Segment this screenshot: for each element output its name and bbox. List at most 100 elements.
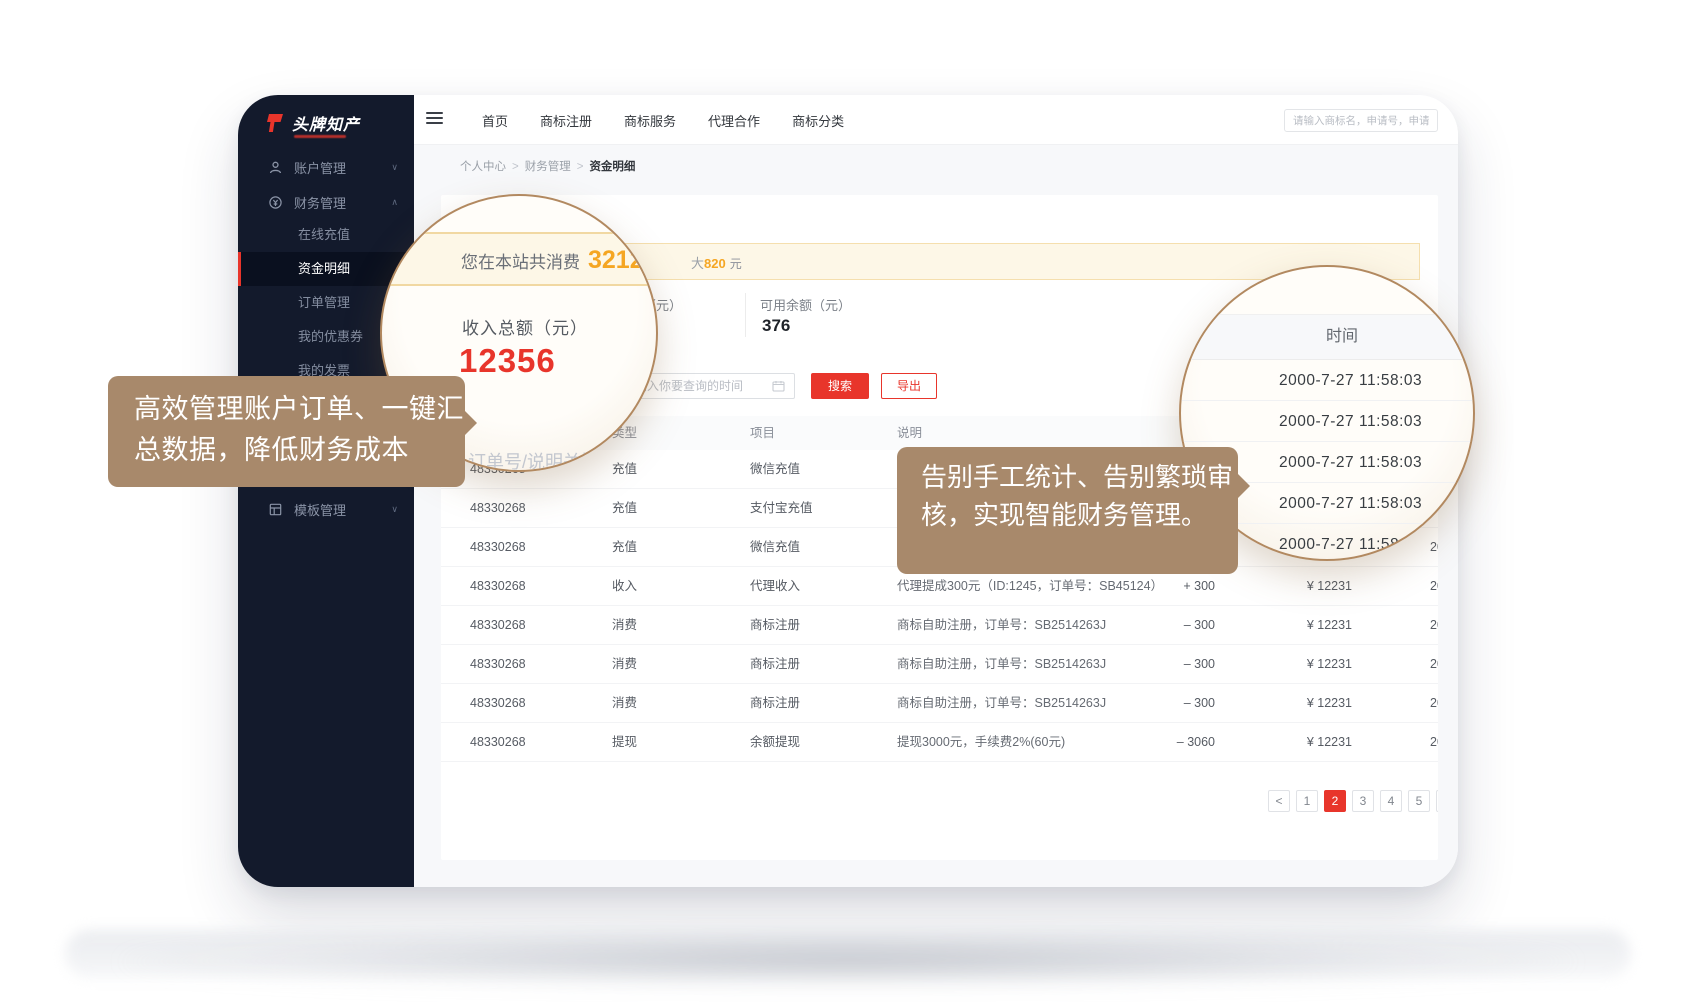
- magnified-time-row: 2000-7-27 11:58:03: [1181, 360, 1475, 401]
- cell-amount: – 300: [1131, 606, 1215, 644]
- cell-project: 微信充值: [750, 450, 800, 488]
- callout-left-text: 高效管理账户订单、一键汇总数据，降低财务成本: [134, 394, 464, 465]
- user-icon: [268, 160, 283, 175]
- menu-icon[interactable]: [426, 112, 443, 127]
- logo-subtext: [294, 135, 346, 138]
- cell-description: 商标自助注册，订单号：SB2514263J: [897, 684, 1106, 722]
- page-button[interactable]: 4: [1380, 790, 1402, 812]
- cell-description: 商标自助注册，订单号：SB2514263J: [897, 645, 1106, 683]
- cell-time: 2000-7-27 11:58:03: [1430, 645, 1438, 683]
- magnified-time-row: 2000-7-27 11:58:03: [1181, 401, 1475, 442]
- chevron-down-icon: ∨: [391, 162, 398, 173]
- cell-order-no: 48330268: [470, 567, 526, 605]
- nav-item[interactable]: 代理合作: [708, 111, 760, 130]
- magnified-column-header: 订单号/说明关键: [468, 448, 599, 472]
- prev-page-button[interactable]: <: [1268, 790, 1290, 812]
- cell-type: 消费: [612, 684, 637, 722]
- sidebar-item-label: 模板管理: [294, 500, 346, 519]
- sidebar-item-label: 财务管理: [294, 193, 346, 212]
- sidebar-item-account[interactable]: 账户管理 ∨: [238, 150, 414, 184]
- cell-amount: – 300: [1131, 684, 1215, 722]
- topbar: 首页 商标注册 商标服务 代理合作 商标分类: [414, 95, 1458, 145]
- stat-divider: [745, 293, 746, 337]
- sidebar-item-finance[interactable]: 财务管理 ∧: [238, 185, 414, 219]
- magnified-banner-text: 您在本站共消费32124: [461, 246, 658, 275]
- template-icon: [268, 502, 283, 517]
- page-button[interactable]: 5: [1408, 790, 1430, 812]
- cell-project: 商标注册: [750, 684, 800, 722]
- cell-balance: ¥ 12231: [1253, 723, 1352, 761]
- sidebar: 头牌知产 账户管理 ∨ 财务管理 ∧ 在线充值资金明细订单管理我的优惠券我的发票: [238, 95, 414, 887]
- callout-arrow-icon: [464, 410, 477, 436]
- cell-order-no: 48330268: [470, 606, 526, 644]
- nav-item[interactable]: 商标注册: [540, 111, 592, 130]
- topnav-items: 首页 商标注册 商标服务 代理合作 商标分类: [482, 95, 844, 145]
- cell-description: 商标自助注册，订单号：SB2514263J: [897, 606, 1106, 644]
- cell-balance: ¥ 12231: [1253, 606, 1352, 644]
- cell-type: 提现: [612, 723, 637, 761]
- magnified-time-header: 时间: [1179, 314, 1475, 360]
- breadcrumb-item[interactable]: 个人中心: [460, 161, 506, 173]
- sidebar-item-template[interactable]: 模板管理 ∨: [238, 492, 414, 526]
- trademark-search-input[interactable]: [1284, 109, 1438, 132]
- laptop-base-shadow: [120, 936, 1576, 988]
- cell-time: 2000-7-27 11:58:03: [1430, 606, 1438, 644]
- next-page-button[interactable]: [1436, 790, 1438, 812]
- banner-amount-group: 大820元: [691, 253, 742, 272]
- cell-order-no: 48330268: [470, 684, 526, 722]
- page-button[interactable]: 1: [1296, 790, 1318, 812]
- breadcrumb-item[interactable]: 财务管理: [525, 161, 571, 173]
- cell-project: 商标注册: [750, 606, 800, 644]
- sort-caret-icon: ∨: [754, 416, 761, 450]
- cell-order-no: 48330268: [470, 528, 526, 566]
- nav-item[interactable]: 商标分类: [792, 111, 844, 130]
- header-description: 说明: [897, 416, 922, 450]
- table-row: 48330268 消费 商标注册 商标自助注册，订单号：SB2514263J – 300…: [441, 645, 1438, 684]
- cell-amount: – 3060: [1131, 723, 1215, 761]
- sidebar-item-label: 账户管理: [294, 158, 346, 177]
- export-button[interactable]: 导出: [881, 373, 937, 399]
- cell-order-no: 48330268: [470, 489, 526, 527]
- cell-balance: ¥ 12231: [1253, 645, 1352, 683]
- page-button[interactable]: 2: [1324, 790, 1346, 812]
- nav-item[interactable]: 商标服务: [624, 111, 676, 130]
- cell-time: 2000-7-27 11:58:03: [1430, 723, 1438, 761]
- logo[interactable]: 头牌知产: [266, 111, 360, 135]
- income-total-label: 收入总额（元）: [462, 314, 588, 339]
- chevron-up-icon: ∧: [391, 197, 398, 208]
- nav-item[interactable]: 首页: [482, 111, 508, 130]
- cell-type: 收入: [612, 567, 637, 605]
- cell-type: 充值: [612, 450, 637, 488]
- cell-type: 充值: [612, 528, 637, 566]
- page-button[interactable]: 3: [1352, 790, 1374, 812]
- chevron-down-icon: ∨: [391, 504, 398, 515]
- page: 头牌知产 账户管理 ∨ 财务管理 ∧ 在线充值资金明细订单管理我的优惠券我的发票: [0, 0, 1696, 1002]
- cell-project: 支付宝充值: [750, 489, 813, 527]
- cell-type: 消费: [612, 606, 637, 644]
- search-button[interactable]: 搜索: [811, 373, 869, 399]
- banner-amount: 820: [704, 256, 726, 271]
- magnified-banner-amount: 32124: [588, 246, 658, 274]
- calendar-icon[interactable]: [772, 380, 785, 392]
- cell-description: 提现3000元，手续费2%(60元): [897, 723, 1065, 761]
- table-row: 48330268 消费 商标注册 商标自助注册，订单号：SB2514263J – 300…: [441, 606, 1438, 645]
- cell-order-no: 48330268: [470, 645, 526, 683]
- cell-balance: ¥ 12231: [1253, 684, 1352, 722]
- callout-arrow-icon: [1237, 473, 1250, 499]
- breadcrumb: 个人中心>财务管理>资金明细: [460, 158, 635, 174]
- available-balance-label: 可用余额（元）: [760, 295, 851, 314]
- available-balance-value: 376: [762, 316, 790, 336]
- callout-right-text: 告别手工统计、告别繁琐审核，实现智能财务管理。: [921, 462, 1233, 530]
- cell-type: 消费: [612, 645, 637, 683]
- cell-project: 商标注册: [750, 645, 800, 683]
- income-total-value: 12356: [459, 342, 556, 380]
- callout-right: 告别手工统计、告别繁琐审核，实现智能财务管理。: [897, 447, 1238, 574]
- cell-project: 微信充值: [750, 528, 800, 566]
- finance-icon: [268, 195, 283, 210]
- cell-balance: ¥ 12231: [1253, 567, 1352, 605]
- table-row: 48330268提现余额提现提现3000元，手续费2%(60元)– 3060¥ …: [441, 723, 1438, 762]
- cell-amount: – 300: [1131, 645, 1215, 683]
- logo-icon: [266, 113, 286, 133]
- cell-project: 代理收入: [750, 567, 800, 605]
- cell-project: 余额提现: [750, 723, 800, 761]
